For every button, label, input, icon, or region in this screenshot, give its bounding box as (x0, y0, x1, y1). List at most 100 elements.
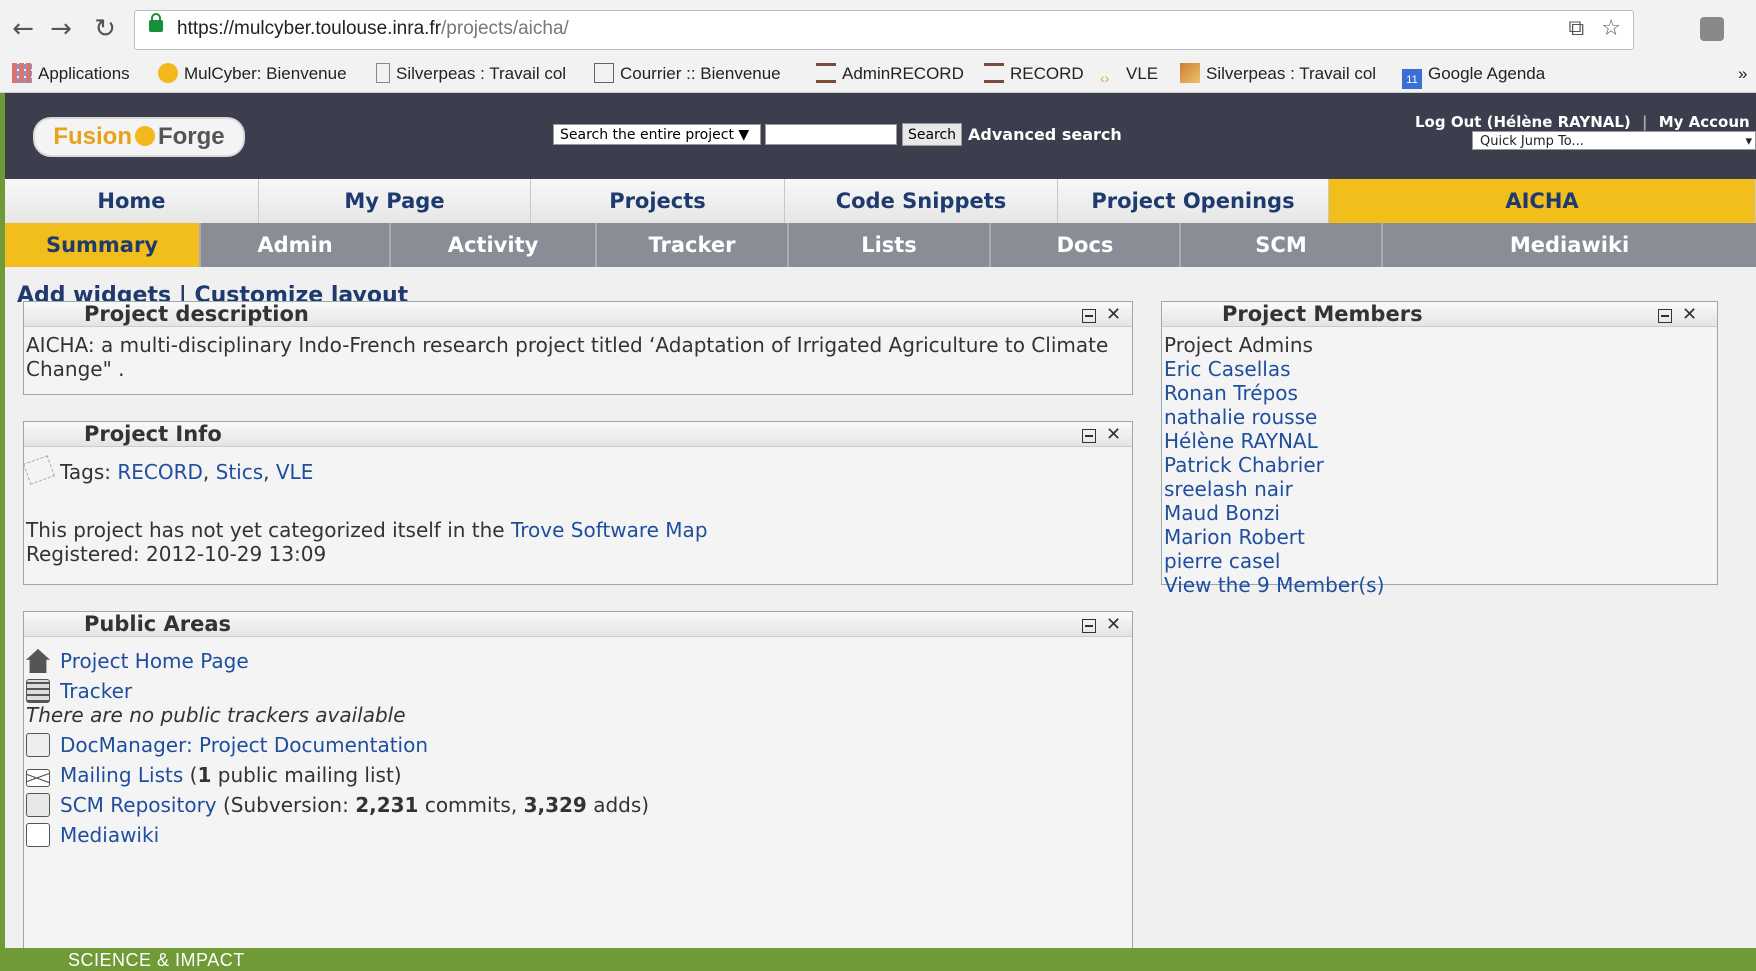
minimize-icon[interactable] (1658, 309, 1672, 323)
fusionforge-logo[interactable]: Fusion Forge (33, 117, 245, 157)
project-admins-label: Project Admins (1164, 333, 1313, 357)
bookmark-courrier[interactable]: Courrier :: Bienvenue (594, 62, 781, 86)
docmanager-link[interactable]: DocManager: Project Documentation (60, 733, 428, 757)
bookmark-silverpeas-1[interactable]: Silverpeas : Travail col (376, 62, 566, 86)
public-areas-widget: Public Areas ✕ Project Home Page Tracker… (23, 611, 1133, 948)
tracker-link[interactable]: Tracker (60, 679, 132, 703)
subtab-admin[interactable]: Admin (201, 223, 391, 267)
widget-title: Project Info (84, 422, 222, 446)
no-trackers-note: There are no public trackers available (26, 703, 406, 727)
tag-stics-link[interactable]: Stics (216, 460, 264, 484)
member-link[interactable]: Hélène RAYNAL (1164, 429, 1715, 453)
public-area-tracker: Tracker (26, 679, 1130, 703)
member-link[interactable]: sreelash nair (1164, 477, 1715, 501)
search-button[interactable]: Search (902, 123, 962, 146)
tab-code-snippets[interactable]: Code Snippets (785, 179, 1058, 223)
view-all-members-link[interactable]: View the 9 Member(s) (1164, 573, 1715, 597)
back-arrow-icon[interactable]: ← (8, 14, 38, 44)
bookmarks-bar: Applications MulCyber: Bienvenue Silverp… (0, 58, 1756, 93)
record-icon (816, 63, 836, 83)
subtab-lists[interactable]: Lists (789, 223, 991, 267)
tab-projects[interactable]: Projects (531, 179, 785, 223)
tab-aicha[interactable]: AICHA (1329, 179, 1756, 223)
member-link[interactable]: Maud Bonzi (1164, 501, 1715, 525)
logo-dot-icon (134, 126, 155, 146)
member-link[interactable]: Ronan Trépos (1164, 381, 1715, 405)
document-icon (26, 733, 50, 757)
bookmark-silverpeas-2[interactable]: Silverpeas : Travail col (1180, 62, 1376, 86)
my-account-link[interactable]: My Accoun (1659, 113, 1750, 131)
tag-vle-link[interactable]: VLE (276, 460, 313, 484)
project-home-page-link[interactable]: Project Home Page (60, 649, 249, 673)
mediawiki-link[interactable]: Mediawiki (60, 823, 159, 847)
subtab-scm[interactable]: SCM (1181, 223, 1383, 267)
subtab-docs[interactable]: Docs (991, 223, 1181, 267)
subtab-summary[interactable]: Summary (5, 223, 201, 267)
subtab-mediawiki[interactable]: Mediawiki (1383, 223, 1756, 267)
forward-arrow-icon[interactable]: → (46, 14, 76, 44)
address-bar[interactable]: https://mulcyber.toulouse.inra.fr/projec… (134, 10, 1634, 50)
member-link[interactable]: pierre casel (1164, 549, 1715, 573)
url-text: https://mulcyber.toulouse.inra.fr/projec… (177, 18, 569, 39)
close-icon[interactable]: ✕ (1106, 306, 1121, 324)
envelope-icon (26, 769, 50, 787)
member-link[interactable]: Eric Casellas (1164, 357, 1715, 381)
minimize-icon[interactable] (1082, 309, 1096, 323)
calendar-icon: 11 (1402, 69, 1422, 89)
bookmark-mulcyber[interactable]: MulCyber: Bienvenue (158, 62, 347, 86)
subtab-activity[interactable]: Activity (391, 223, 597, 267)
search-input[interactable] (765, 124, 897, 145)
logout-link[interactable]: Log Out (Hélène RAYNAL) (1415, 113, 1631, 131)
public-area-scm: SCM Repository (Subversion: 2,231 commit… (26, 793, 1130, 817)
mulcyber-logo-icon (158, 63, 178, 83)
tags-row: Tags: RECORD, Stics, VLE (23, 447, 1132, 485)
bookmark-vle[interactable]: ‹› VLE (1100, 62, 1158, 86)
bookmarks-more[interactable]: » (1738, 62, 1747, 86)
mail-icon (594, 63, 614, 83)
subtab-tracker[interactable]: Tracker (597, 223, 789, 267)
member-link[interactable]: Marion Robert (1164, 525, 1715, 549)
member-link[interactable]: Patrick Chabrier (1164, 453, 1715, 477)
advanced-search-link[interactable]: Advanced search (968, 125, 1122, 144)
bookmark-record[interactable]: RECORD (984, 62, 1084, 86)
public-area-docmanager: DocManager: Project Documentation (26, 733, 1130, 757)
bookmark-adminrecord[interactable]: AdminRECORD (816, 62, 964, 86)
tab-home[interactable]: Home (5, 179, 259, 223)
public-area-home: Project Home Page (26, 649, 1130, 673)
registered-date: Registered: 2012-10-29 13:09 (26, 542, 327, 566)
tab-project-openings[interactable]: Project Openings (1058, 179, 1329, 223)
close-icon[interactable]: ✕ (1106, 616, 1121, 634)
minimize-icon[interactable] (1082, 429, 1096, 443)
scm-repository-icon (26, 793, 50, 817)
reload-icon[interactable]: ↻ (90, 14, 120, 44)
footer-text: SCIENCE & IMPACT (68, 950, 245, 970)
project-members-widget: Project Members ✕ Project Admins Eric Ca… (1161, 301, 1718, 597)
widget-title-bar: Project description ✕ (24, 302, 1132, 327)
search-scope-select[interactable]: Search the entire project ▼ (553, 124, 761, 145)
public-area-mailing-lists: Mailing Lists (1 public mailing list) (26, 763, 1130, 787)
bookmark-google-agenda[interactable]: 11 Google Agenda (1402, 62, 1545, 89)
close-icon[interactable]: ✕ (1682, 306, 1697, 324)
tracker-icon (26, 679, 50, 703)
extension-icon[interactable] (1700, 17, 1724, 41)
star-icon[interactable]: ☆ (1601, 16, 1621, 41)
widget-title-bar: Public Areas ✕ (24, 612, 1132, 637)
vle-icon: ‹› (1100, 70, 1110, 86)
tag-record-link[interactable]: RECORD (117, 460, 203, 484)
tab-my-page[interactable]: My Page (259, 179, 531, 223)
quick-jump-select[interactable]: Quick Jump To... ▾ (1472, 131, 1756, 150)
bookmark-applications[interactable]: Applications (12, 62, 130, 86)
widget-title: Project description (84, 302, 309, 326)
trove-software-map-link[interactable]: Trove Software Map (511, 518, 708, 542)
mailing-lists-link[interactable]: Mailing Lists (60, 763, 183, 787)
translate-icon[interactable]: ⧉ (1569, 16, 1585, 41)
member-link[interactable]: nathalie rousse (1164, 405, 1715, 429)
public-area-mediawiki: Mediawiki (26, 823, 1130, 847)
footer-bar (0, 948, 1756, 971)
close-icon[interactable]: ✕ (1106, 426, 1121, 444)
separator: | (1642, 113, 1648, 131)
minimize-icon[interactable] (1082, 619, 1096, 633)
scm-repository-link[interactable]: SCM Repository (60, 793, 217, 817)
user-links: Log Out (Hélène RAYNAL) | My Accoun (1415, 113, 1750, 131)
silverpeas-icon (1180, 63, 1200, 83)
